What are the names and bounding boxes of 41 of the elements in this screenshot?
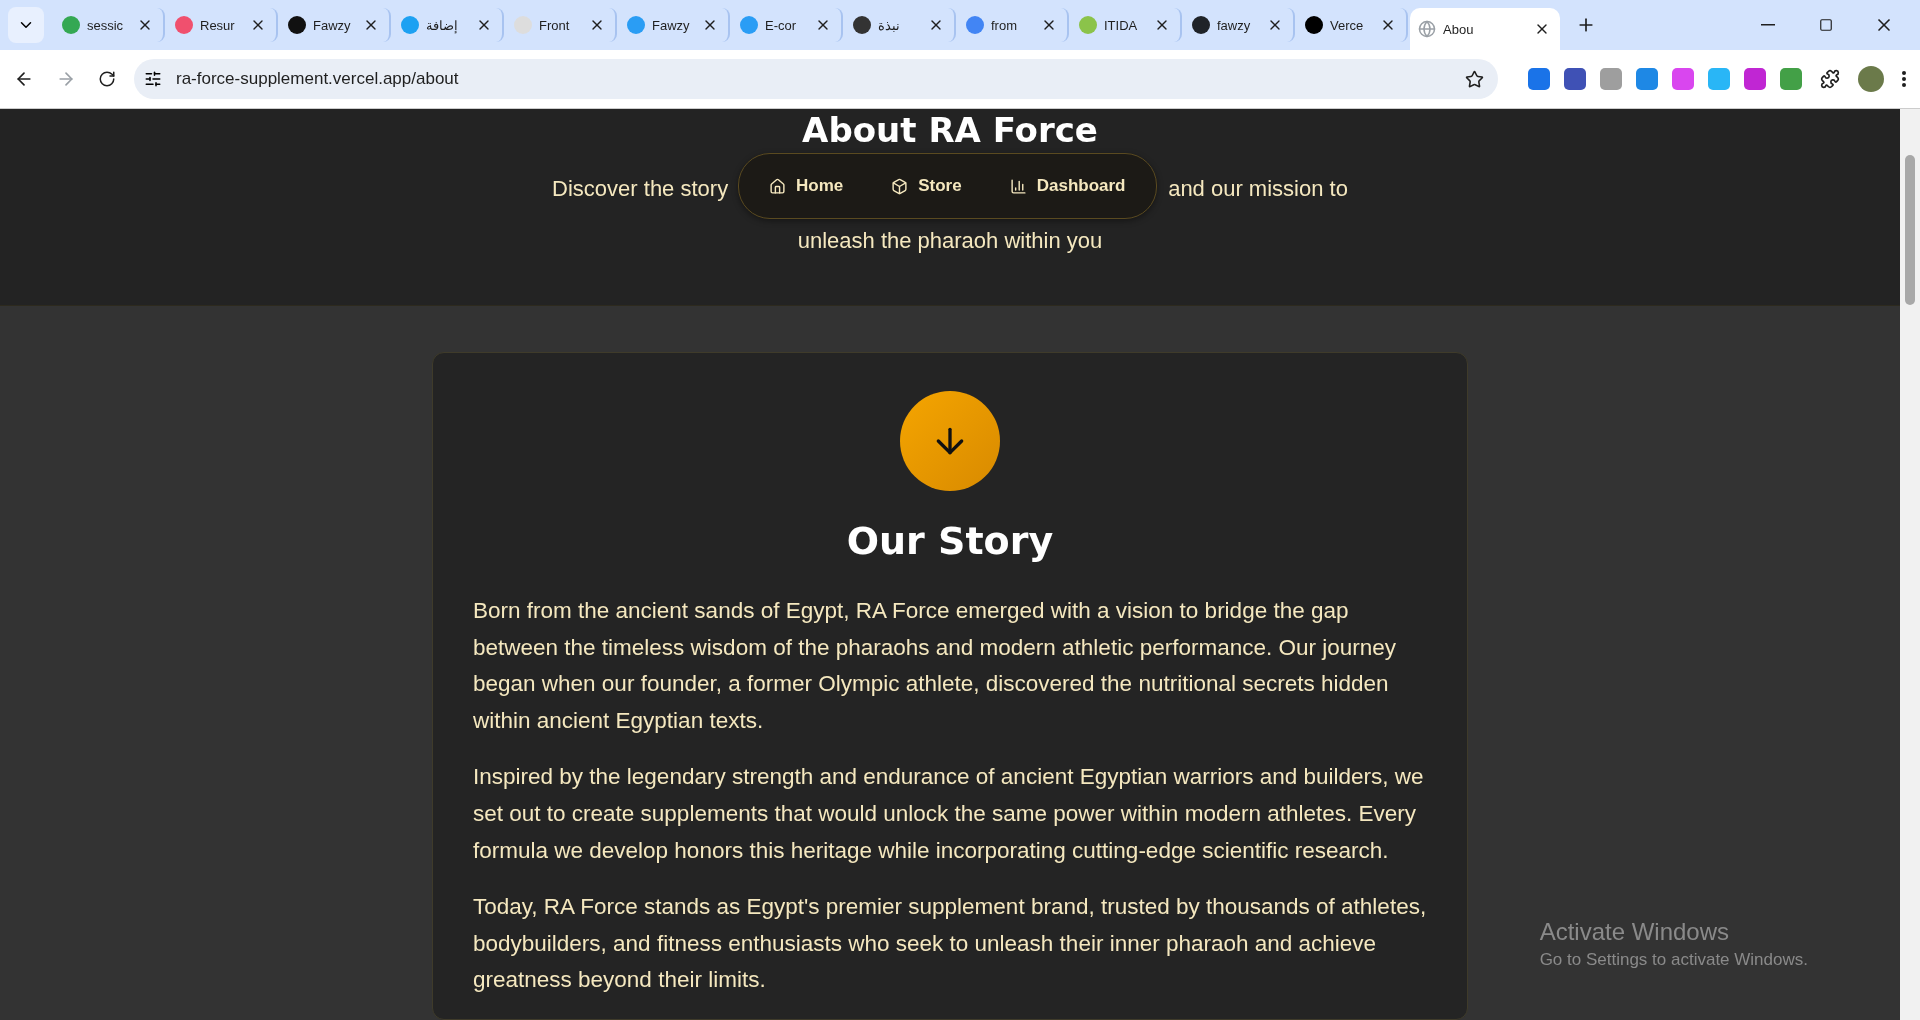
tab-title: إضافة	[426, 17, 458, 33]
subtitle-text: unleash the pharaoh within you	[797, 227, 1103, 255]
browser-tab[interactable]: Verce	[1297, 8, 1408, 42]
tab-title: Resur	[200, 17, 235, 33]
browser-tab[interactable]: Fawzy	[280, 8, 391, 42]
browser-tab[interactable]: ITIDA	[1071, 8, 1182, 42]
subtitle-text: Discover the story	[552, 175, 729, 203]
notice-text: Go to Settings to activate Windows.	[1539, 950, 1808, 970]
nav-link[interactable]: Store	[891, 176, 962, 196]
tab-title: E-cor	[765, 17, 797, 33]
subtitle-text: and our mission to	[1168, 175, 1348, 203]
tab-title: ITIDA	[1104, 17, 1138, 33]
browser-tab[interactable]: إضافة	[393, 8, 504, 42]
browser-tab[interactable]: Fawzy	[619, 8, 730, 42]
tab-title: نبذة	[878, 17, 900, 33]
story-paragraph: Born from the ancient sands of Egypt, RA Force emerged with a vision to bridge the gap between the timeless wisdom of the pharaohs and modern athletic performance. Our journey began when our founder, a former Olympic athlete, discovered the nutritional secrets hidden within ancient Egyptian texts.	[473, 597, 1397, 735]
tab-title: from	[991, 17, 1017, 33]
browser-tab[interactable]: Resur	[167, 8, 278, 42]
browser-tab[interactable]: sessic	[54, 8, 165, 42]
browser-tab[interactable]: Front	[506, 8, 617, 42]
nav-link[interactable]: Home	[769, 176, 844, 196]
browser-tab[interactable]: from	[958, 8, 1069, 42]
address-bar[interactable]: ra-force-supplement.vercel.app/about	[134, 59, 1498, 99]
tab-title: Abou	[1443, 21, 1474, 37]
browser-tab[interactable]: E-cor	[732, 8, 843, 42]
tab-title: sessic	[87, 17, 124, 33]
browser-tab[interactable]: نبذة	[845, 8, 956, 42]
browser-tab[interactable]: Abou	[1410, 8, 1560, 50]
tab-title: Fawzy	[313, 17, 351, 33]
tab-title: fawzy	[1217, 17, 1251, 33]
story-paragraph: Inspired by the legendary strength and endurance of ancient Egyptian warriors and builders, we set out to create supplements that would unlock the same power within modern athletes. Every formula we develop honors this heritage while incorporating cutting-edge scientific research.	[473, 763, 1425, 865]
tab-title: Front	[539, 17, 570, 33]
nav-link[interactable]: Dashboard	[1009, 176, 1126, 196]
tab-title: Fawzy	[652, 17, 690, 33]
section-title: Our Story	[846, 519, 1054, 563]
story-paragraph: Today, RA Force stands as Egypt's premier supplement brand, trusted by thousands of athletes, bodybuilders, and fitness enthusiasts who seek to unleash their inner pharaoh and achieve greatness beyond their limits.	[473, 893, 1427, 995]
tab-title: Verce	[1330, 17, 1364, 33]
notice-title: Activate Windows	[1539, 918, 1731, 946]
browser-tab[interactable]: fawzy	[1184, 8, 1295, 42]
page-title: About RA Force	[802, 111, 1098, 149]
url-text: ra-force-supplement.vercel.app/about	[176, 69, 460, 89]
